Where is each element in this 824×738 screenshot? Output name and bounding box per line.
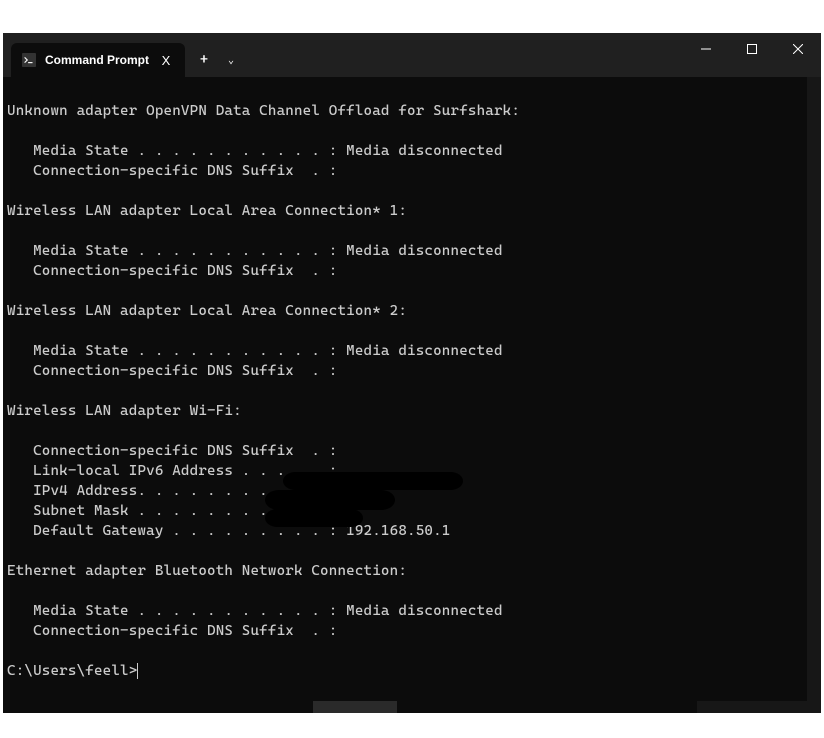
- terminal-output[interactable]: Unknown adapter OpenVPN Data Channel Off…: [3, 77, 821, 713]
- tab-title: Command Prompt: [45, 53, 149, 67]
- titlebar: Command Prompt X + ⌄: [3, 33, 821, 77]
- minimize-button[interactable]: [683, 33, 729, 65]
- scrollbar-vertical[interactable]: [807, 77, 821, 701]
- maximize-button[interactable]: [729, 33, 775, 65]
- redaction-mark: [283, 472, 463, 490]
- titlebar-left: Command Prompt X + ⌄: [3, 33, 243, 77]
- prompt: C:\Users\feell>: [7, 663, 137, 679]
- window-controls: [683, 33, 821, 77]
- tab-dropdown-button[interactable]: ⌄: [219, 45, 243, 75]
- window-close-button[interactable]: [775, 33, 821, 65]
- cmd-icon: [21, 52, 37, 68]
- tab-command-prompt[interactable]: Command Prompt X: [11, 43, 185, 77]
- terminal-text: Unknown adapter OpenVPN Data Channel Off…: [7, 103, 520, 639]
- scrollbar-horizontal[interactable]: [3, 701, 821, 713]
- redaction-mark: [265, 509, 363, 527]
- scrollbar-thumb[interactable]: [313, 701, 397, 713]
- tab-close-button[interactable]: X: [157, 51, 175, 69]
- scrollbar-segment: [397, 701, 697, 713]
- redaction-mark: [265, 490, 395, 510]
- scrollbar-segment: [3, 701, 313, 713]
- scrollbar-segment: [697, 701, 821, 713]
- terminal-window: Command Prompt X + ⌄ Unknown adapter Ope…: [3, 33, 821, 713]
- new-tab-button[interactable]: +: [189, 45, 219, 75]
- cursor-icon: [137, 663, 138, 679]
